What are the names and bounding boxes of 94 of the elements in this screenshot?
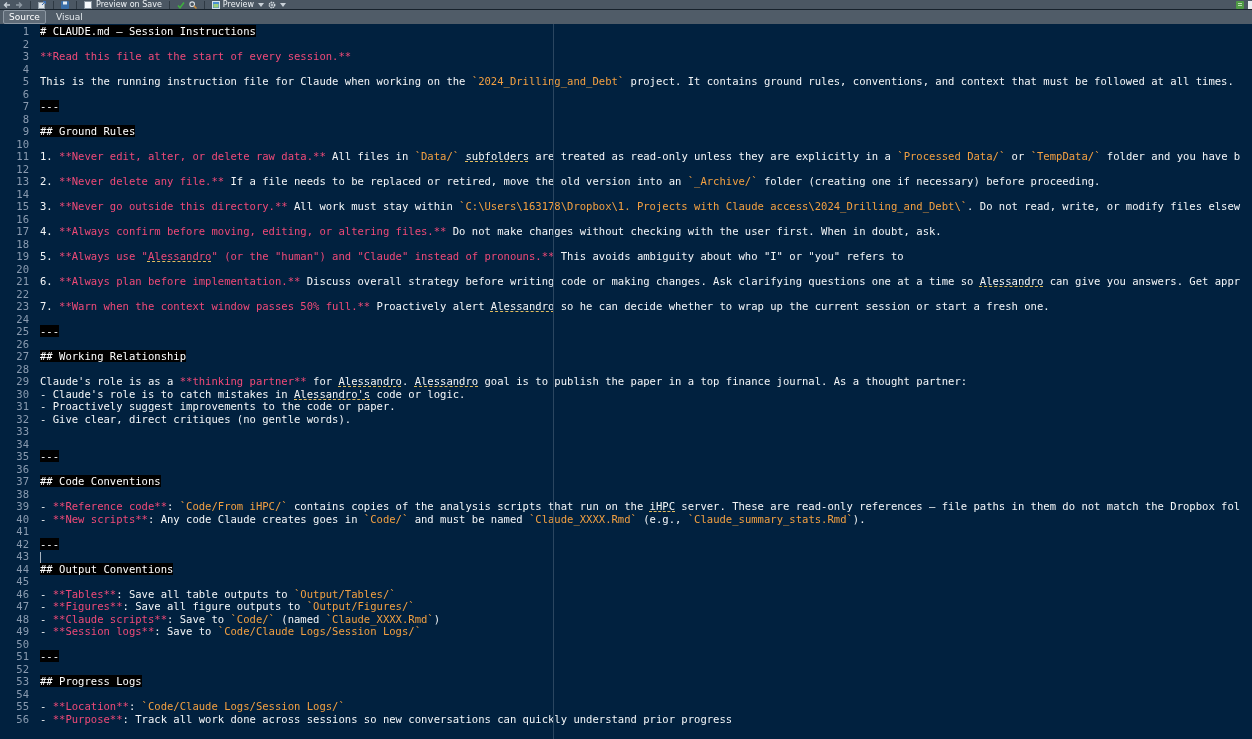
checkbox-label[interactable]: Preview on Save <box>96 0 162 9</box>
line-number: 43 <box>16 550 29 562</box>
code-line: 6. **Always plan before implementation.** Discuss overall strategy before writing code or making changes. Ask clarifying questions one at a time so Alessandro can give you answers. Get appr <box>40 275 1241 287</box>
line-number: 23 <box>16 300 29 312</box>
line-number: 30 <box>16 388 29 400</box>
code-line: - **Purpose**: Track all work done across sessions so new conversations can quickly understand prior progress <box>40 713 733 725</box>
line-number: 42 <box>16 538 29 550</box>
line-number: 4 <box>22 63 29 75</box>
line-number: 18 <box>16 238 29 250</box>
check-icon[interactable] <box>176 1 185 9</box>
line-number: 54 <box>16 688 29 700</box>
line-number: 5 <box>22 75 29 87</box>
line-number: 12 <box>16 163 29 175</box>
line-number: 40 <box>16 513 29 525</box>
line-number: 24 <box>16 313 29 325</box>
text-cursor <box>40 551 41 563</box>
line-number: 31 <box>16 400 29 412</box>
line-number: 2 <box>22 38 29 50</box>
code-line: - Give clear, direct critiques (no gentle words). <box>40 413 352 425</box>
code-line: - **Tables**: Save all table outputs to `Output/Tables/` <box>40 588 396 600</box>
line-number: 29 <box>16 375 29 387</box>
line-number: 53 <box>16 675 29 687</box>
line-number: 48 <box>16 613 29 625</box>
line-number: 16 <box>16 213 29 225</box>
code-line: - Proactively suggest improvements to the code or paper. <box>40 400 396 412</box>
checkbox[interactable] <box>84 1 92 9</box>
line-number: 41 <box>16 525 29 537</box>
editor-tab[interactable]: Visual <box>49 10 89 24</box>
back-arrow-icon[interactable] <box>3 1 11 9</box>
code-line: - **Session logs**: Save to `Code/Claude Logs/Session Logs/` <box>40 625 421 637</box>
line-number: 21 <box>16 275 29 287</box>
save-icon[interactable] <box>61 1 69 9</box>
code-line: - **Claude scripts**: Save to `Code/` (named `Claude_XXXX.Rmd`) <box>40 613 441 625</box>
code-line: Claude's role is as a **thinking partner** for Alessandro. Alessandro goal is to publish the paper in a top finance journal. As a thought partner: <box>40 375 968 387</box>
line-number: 35 <box>16 450 29 462</box>
line-number: 33 <box>16 425 29 437</box>
line-number: 28 <box>16 363 29 375</box>
code-line: - **Figures**: Save all figure outputs to `Output/Figures/` <box>40 600 415 612</box>
line-number: 34 <box>16 438 29 450</box>
preview-button[interactable]: Preview <box>211 0 254 9</box>
window-icon <box>211 1 220 9</box>
line-number: 8 <box>22 113 29 125</box>
line-number: 36 <box>16 463 29 475</box>
search-icon[interactable] <box>188 1 197 9</box>
line-number: 56 <box>16 713 29 725</box>
line-number: 27 <box>16 350 29 362</box>
list-icon[interactable] <box>1236 1 1244 9</box>
line-number: 26 <box>16 338 29 350</box>
caret-icon[interactable] <box>257 3 264 7</box>
code-line: 1. **Never edit, alter, or delete raw data.** All files in `Data/` subfolders are treated as read-only unless they are explicitly in a `Processed Data/` or `TempData/` folder and you have b <box>40 150 1241 162</box>
editor-tab[interactable]: Source <box>3 10 46 24</box>
line-number: 44 <box>16 563 29 575</box>
code-line: **Read this file at the start of every session.** <box>40 50 352 62</box>
line-number: 7 <box>22 100 29 112</box>
code-line: 3. **Never go outside this directory.** All work must stay within `C:\Users\163178\Dropbox\1. Projects with Claude access\2024_Drilling_and_Debt\`. Do not read, write, or modify files elsew <box>40 200 1241 212</box>
line-number: 55 <box>16 700 29 712</box>
code-line: 7. **Warn when the context window passes 50% full.** Proactively alert Alessandro so he can decide whether to wrap up the current session or start a fresh one. <box>40 300 1050 312</box>
line-number: 13 <box>16 175 29 187</box>
code-line: 4. **Always confirm before moving, editing, or altering files.** Do not make changes without checking with the user first. When in doubt, ask. <box>40 225 942 237</box>
line-number: 11 <box>16 150 29 162</box>
line-number: 1 <box>22 25 29 37</box>
line-number: 20 <box>16 263 29 275</box>
line-number: 38 <box>16 488 29 500</box>
code-line: - **New scripts**: Any code Claude creates goes in `Code/` and must be named `Claude_XXXX.Rmd` (e.g., `Claude_summary_stats.Rmd`). <box>40 513 866 525</box>
line-number: 46 <box>16 588 29 600</box>
code-line: - **Location**: `Code/Claude Logs/Session Logs/` <box>40 700 345 712</box>
line-number: 17 <box>16 225 29 237</box>
code-line: 5. **Always use "Alessandro" (or the "human") and "Claude" instead of pronouns.** This avoids ambiguity about who "I" or "you" refers to <box>40 250 904 262</box>
code-line: - Claude's role is to catch mistakes in Alessandro's code or logic. <box>40 388 466 400</box>
line-number: 37 <box>16 475 29 487</box>
line-number: 3 <box>22 50 29 62</box>
line-number: 9 <box>22 125 29 137</box>
code-line: - **Reference code**: `Code/From iHPC/` contains copies of the analysis scripts that run on the iHPC server. These are read-only references — file paths in them do not match the Dropbox fol <box>40 500 1241 512</box>
line-number: 47 <box>16 600 29 612</box>
line-number: 51 <box>16 650 29 662</box>
line-number: 15 <box>16 200 29 212</box>
line-number: 39 <box>16 500 29 512</box>
forward-arrow-icon[interactable] <box>15 1 23 9</box>
code-line: 2. **Never delete any file.** If a file needs to be replaced or retired, move the old version into an `_Archive/` folder (creating one if necessary) before proceeding. <box>40 175 1101 187</box>
line-number: 10 <box>16 138 29 150</box>
line-number: 25 <box>16 325 29 337</box>
line-number: 19 <box>16 250 29 262</box>
line-number: 49 <box>16 625 29 637</box>
caret-icon[interactable] <box>279 3 286 7</box>
line-number: 50 <box>16 638 29 650</box>
line-number: 6 <box>22 88 29 100</box>
line-number: 45 <box>16 575 29 587</box>
line-number: 52 <box>16 663 29 675</box>
line-number: 32 <box>16 413 29 425</box>
line-number: 14 <box>16 188 29 200</box>
line-number: 22 <box>16 288 29 300</box>
settings-icon[interactable] <box>267 1 276 9</box>
code-line: This is the running instruction file for Claude when working on the `2024_Drilling_and_Debt` project. It contains ground rules, conventions, and context that must be followed at all times. <box>40 75 1234 87</box>
new-window-icon[interactable] <box>38 1 46 9</box>
